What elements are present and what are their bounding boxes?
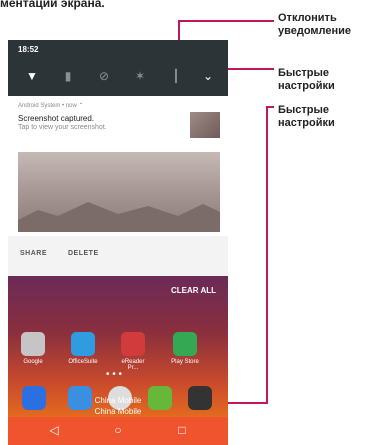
mountain-silhouette <box>18 202 220 232</box>
screenshot-notification[interactable]: Android System • now ⌃ Screenshot captur… <box>8 96 228 236</box>
notification-title: Screenshot captured. <box>18 114 95 123</box>
screenshot-thumbnail <box>190 112 220 138</box>
app-label-officesuite: OfficeSuite <box>68 359 98 365</box>
app-label-play-store: Play Store <box>171 359 199 365</box>
notification-actions: SHARE DELETE <box>8 236 228 276</box>
leader-line-quick1 <box>228 68 274 70</box>
quick-settings-bar: ▼ ▮ ⊘ ✶ ┃ ⌄ <box>8 60 228 96</box>
callout-quick-settings-1: Быстрые настройки <box>278 67 335 92</box>
callout-dismiss-notification: Отклонить уведомление <box>278 12 352 37</box>
status-bar: 18:52 <box>8 40 228 60</box>
battery-saver-icon[interactable]: ▮ <box>60 68 76 84</box>
app-play-store[interactable]: Play Store <box>168 332 202 365</box>
screenshot-preview-image <box>18 152 220 232</box>
carrier-label-2: China Mobile <box>94 407 142 416</box>
app-ereader[interactable]: eReader Pr... <box>116 332 150 371</box>
page-intro-text: ментации экрана. <box>0 0 105 10</box>
ereader-icon <box>121 332 145 356</box>
notification-header: Android System • now ⌃ <box>18 103 84 109</box>
home-screen-background: CLEAR ALL Google OfficeSuite eReader Pr.… <box>8 276 228 417</box>
google-folder-icon <box>21 332 45 356</box>
notification-subtitle: Tap to view your screenshot. <box>18 124 107 131</box>
leader-line-dismiss-v <box>178 20 180 42</box>
navigation-bar: ◁ ○ □ <box>8 417 228 445</box>
app-label-google: Google <box>23 359 43 365</box>
app-officesuite[interactable]: OfficeSuite <box>66 332 100 365</box>
bluetooth-icon[interactable]: ✶ <box>132 68 148 84</box>
delete-button[interactable]: DELETE <box>68 250 99 257</box>
leader-line-quick2-v <box>266 106 268 404</box>
app-google[interactable]: Google <box>16 332 50 365</box>
share-button[interactable]: SHARE <box>20 250 47 257</box>
play-store-icon <box>173 332 197 356</box>
home-icon[interactable]: ○ <box>108 423 128 437</box>
leader-line-dismiss-h <box>178 20 274 22</box>
wifi-icon[interactable]: ▼ <box>24 68 40 84</box>
officesuite-icon <box>71 332 95 356</box>
status-time: 18:52 <box>18 45 39 54</box>
recents-icon[interactable]: □ <box>172 423 192 437</box>
callout-quick-settings-2: Быстрые настройки <box>278 104 335 129</box>
carrier-label-1: China Mobile <box>94 396 142 405</box>
dnd-icon[interactable]: ⊘ <box>96 68 112 84</box>
app-label-ereader: eReader Pr... <box>121 359 145 371</box>
expand-chevron-icon[interactable]: ⌄ <box>200 68 216 84</box>
flashlight-icon[interactable]: ┃ <box>168 68 184 84</box>
clear-all-button[interactable]: CLEAR ALL <box>171 286 216 295</box>
back-icon[interactable]: ◁ <box>44 423 64 437</box>
page-indicator-dots: • • • <box>106 369 123 380</box>
phone-screen: 18:52 ▼ ▮ ⊘ ✶ ┃ ⌄ Android System • now ⌃… <box>8 40 228 445</box>
